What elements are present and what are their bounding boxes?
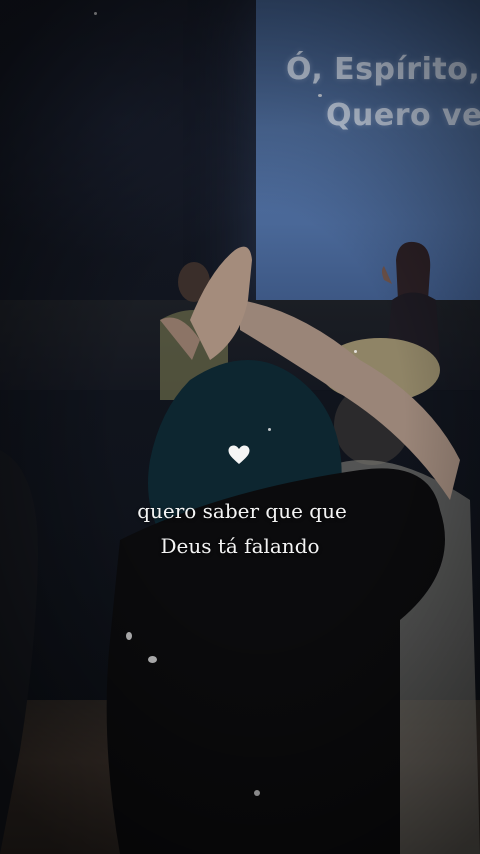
screen-lyric-line-1: Ó, Espírito, bbox=[286, 52, 480, 87]
photo-scene: Ó, Espírito, Quero ve quero saber que qu… bbox=[0, 0, 480, 854]
sparkle bbox=[148, 656, 157, 663]
sparkle bbox=[354, 350, 357, 353]
sparkle bbox=[318, 94, 322, 97]
sparkle bbox=[268, 428, 271, 431]
white-heart-icon bbox=[228, 445, 250, 464]
sparkle bbox=[94, 12, 97, 15]
caption-line-1: quero saber que que bbox=[137, 499, 347, 523]
sparkle bbox=[126, 632, 132, 640]
screen-lyric-line-2: Quero ve bbox=[326, 98, 480, 133]
sparkle bbox=[254, 790, 260, 796]
caption-line-2: Deus tá falando bbox=[160, 534, 320, 558]
